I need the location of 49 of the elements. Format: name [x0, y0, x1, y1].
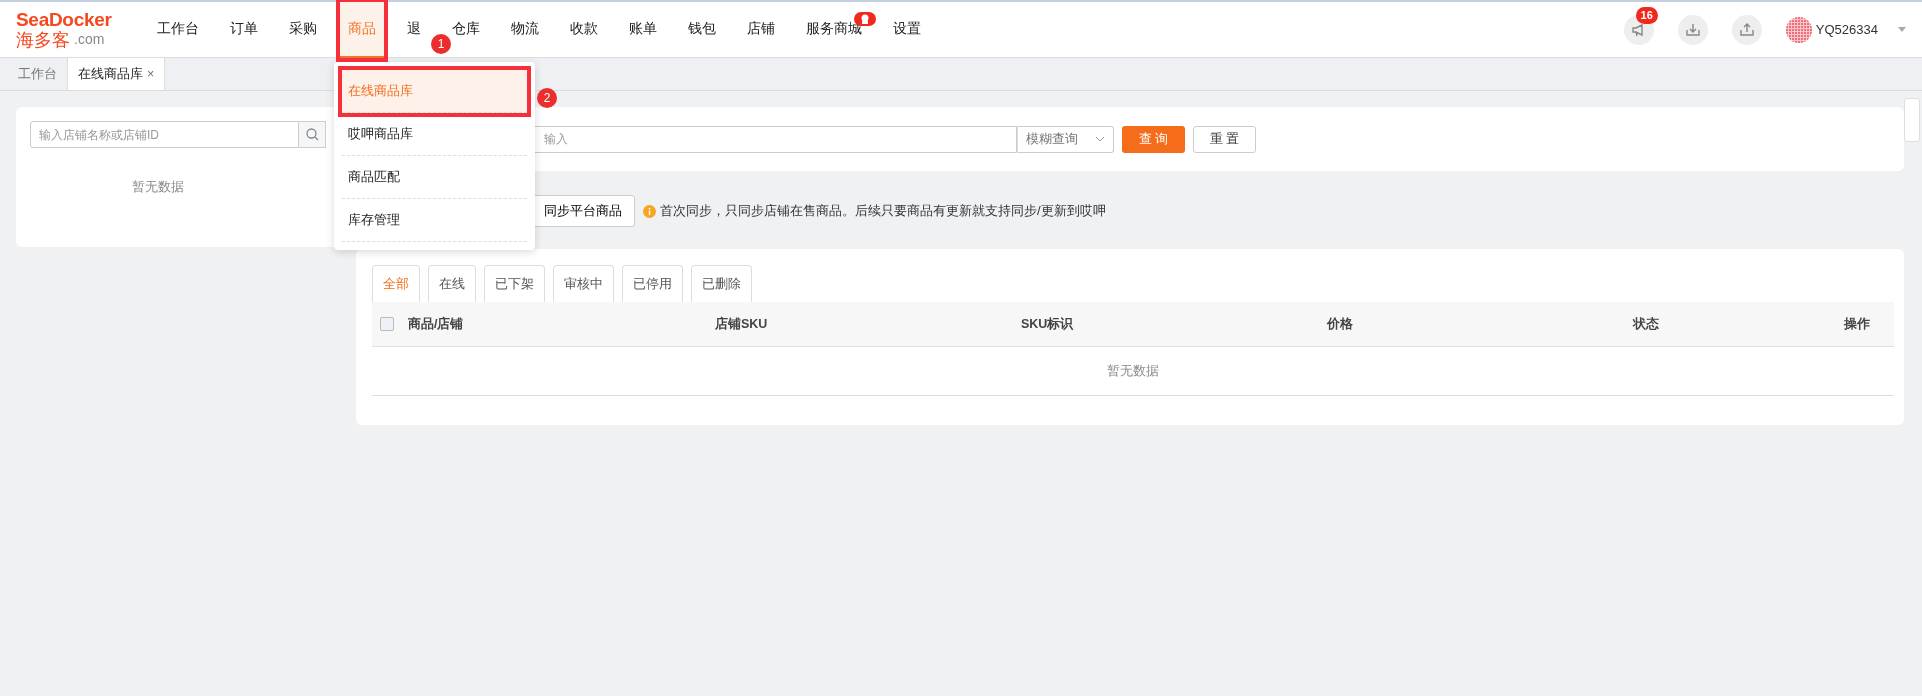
- info-icon: [643, 204, 656, 218]
- avatar[interactable]: [1785, 16, 1812, 43]
- logo-text: 海多客: [16, 30, 70, 50]
- column-header: 店铺SKU: [715, 316, 768, 331]
- username[interactable]: YQ526334: [1815, 19, 1878, 40]
- hint-text: 首次同步，只同步店铺在售商品。后续只要商品有更新就支持同步/更新到哎呷: [660, 202, 1106, 221]
- status-tab[interactable]: 审核中: [553, 265, 614, 302]
- status-tab[interactable]: 已下架: [484, 265, 545, 302]
- highlight-frame: [336, 0, 388, 62]
- nav-item[interactable]: 采购: [281, 1, 325, 58]
- column-header: SKU标识: [1021, 316, 1074, 331]
- menu-item[interactable]: 哎呷商品库: [342, 113, 527, 156]
- download-button[interactable]: [1677, 14, 1708, 45]
- status-tab[interactable]: 在线: [428, 265, 476, 302]
- nav-item[interactable]: 账单: [621, 1, 665, 58]
- nav-item[interactable]: 收款: [562, 1, 606, 58]
- chevron-icon: [1095, 136, 1105, 142]
- side-handle[interactable]: [1904, 98, 1920, 142]
- empty-text: 暂无数据: [131, 179, 185, 196]
- empty-text: 暂无数据: [1107, 362, 1159, 380]
- nav-item[interactable]: 物流: [503, 1, 547, 58]
- logo-text: .com: [74, 29, 105, 49]
- status-tab[interactable]: 已停用: [622, 265, 683, 302]
- nav-item[interactable]: 退: [399, 1, 429, 58]
- search-icon: [305, 128, 319, 141]
- column-header: 状态: [1633, 316, 1659, 331]
- nav-item[interactable]: 钱包: [680, 1, 724, 58]
- caret-icon[interactable]: [1898, 27, 1906, 32]
- reset-button[interactable]: 重 置: [1193, 125, 1256, 153]
- search-button[interactable]: [299, 121, 326, 148]
- column-header: 操作: [1844, 316, 1870, 331]
- nav-item[interactable]: 工作台: [149, 1, 207, 58]
- nav-item[interactable]: 订单: [222, 1, 266, 58]
- logo[interactable]: SeaDocker 海多客 .com: [16, 9, 126, 50]
- page-tab[interactable]: 在线商品库 ×: [68, 58, 166, 90]
- mode-select[interactable]: 模糊查询: [1017, 125, 1114, 153]
- nav-item[interactable]: 设置: [885, 1, 929, 58]
- logo-text: SeaDocker: [16, 9, 113, 29]
- store-search-field[interactable]: 输入店铺名称或店铺ID: [30, 121, 300, 148]
- status-tab[interactable]: 已删除: [691, 265, 752, 302]
- nav-item[interactable]: 店铺: [739, 1, 783, 58]
- close-icon[interactable]: ×: [147, 64, 155, 84]
- column-header: 商品/店铺: [408, 316, 464, 331]
- menu-item[interactable]: 库存管理: [342, 199, 527, 242]
- notification-count: 16: [1635, 6, 1658, 24]
- menu-item[interactable]: 商品匹配: [342, 156, 527, 199]
- column-header: 价格: [1327, 316, 1353, 331]
- select-all-checkbox[interactable]: [380, 317, 394, 331]
- upload-button[interactable]: [1731, 14, 1762, 45]
